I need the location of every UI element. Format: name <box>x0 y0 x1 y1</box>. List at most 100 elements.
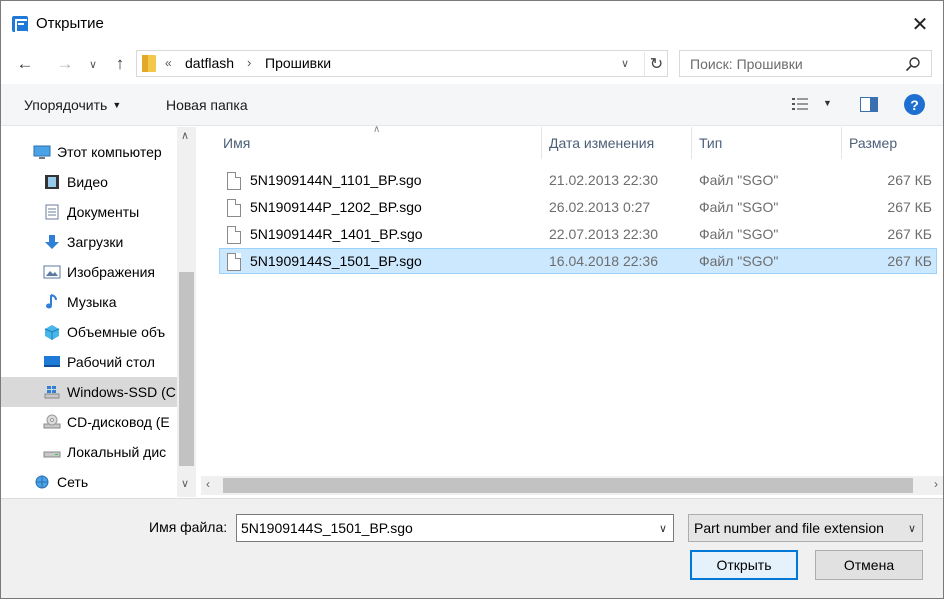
file-icon <box>227 172 241 190</box>
sidebar-item[interactable]: CD-дисковод (E <box>1 407 177 437</box>
file-date: 21.02.2013 22:30 <box>549 172 658 188</box>
nav-scrollbar[interactable]: ∧ ∨ <box>177 127 196 497</box>
column-header-name[interactable]: ∧ Имя <box>201 124 542 159</box>
table-row[interactable]: 5N1909144N_1101_BP.sgo 21.02.2013 22:30 Фа… <box>219 167 937 193</box>
sidebar-item[interactable]: Локальный дис <box>1 437 177 467</box>
file-type-dropdown-icon[interactable]: ∨ <box>908 522 916 535</box>
open-file-dialog: Открытие ✕ ← → ∨ ↑ « datflash › Прошивки… <box>0 0 944 599</box>
horizontal-scroll-thumb[interactable] <box>223 478 913 493</box>
table-row[interactable]: 5N1909144S_1501_BP.sgo 16.04.2018 22:36 Фа… <box>219 248 937 274</box>
file-name: 5N1909144N_1101_BP.sgo <box>250 172 422 188</box>
sidebar-item[interactable]: Windows-SSD (C <box>1 377 177 407</box>
file-name: 5N1909144R_1401_BP.sgo <box>250 226 423 242</box>
cancel-button-label: Отмена <box>843 557 895 573</box>
arrow-up-icon: ↑ <box>115 54 125 73</box>
organize-menu-button[interactable]: Упорядочить ▼ <box>24 97 121 113</box>
window-title: Открытие <box>36 15 104 32</box>
filename-dropdown-icon[interactable]: ∨ <box>659 522 667 535</box>
sidebar-item[interactable]: Документы <box>1 197 177 227</box>
sidebar-item[interactable]: Этот компьютер <box>1 137 177 167</box>
table-row[interactable]: 5N1909144R_1401_BP.sgo 22.07.2013 22:30 Фа… <box>219 221 937 247</box>
computer-icon <box>33 144 51 160</box>
file-type-select[interactable]: Part number and file extension ∨ <box>688 514 923 542</box>
file-size: 267 КБ <box>887 226 932 242</box>
scroll-left-icon[interactable]: ‹ <box>206 477 210 491</box>
address-bar[interactable]: « datflash › Прошивки ∨ ↻ <box>136 50 668 77</box>
sidebar-item[interactable]: Видео <box>1 167 177 197</box>
sort-ascending-icon: ∧ <box>373 124 381 135</box>
sidebar-item-label: Windows-SSD (C <box>67 384 176 400</box>
search-input[interactable]: Поиск: Прошивки <box>690 56 803 72</box>
network-icon <box>33 474 51 490</box>
help-button[interactable]: ? <box>904 94 925 115</box>
chevron-down-icon: ∨ <box>88 58 98 71</box>
file-type: Файл "SGO" <box>699 172 779 188</box>
file-type: Файл "SGO" <box>699 199 779 215</box>
scroll-right-icon[interactable]: › <box>934 477 938 491</box>
sidebar-item-label: Этот компьютер <box>57 144 162 160</box>
filename-input[interactable]: 5N1909144S_1501_BP.sgo ∨ <box>236 514 674 542</box>
file-name: 5N1909144S_1501_BP.sgo <box>250 253 422 269</box>
drive-windows-icon <box>43 384 61 400</box>
open-button[interactable]: Открыть <box>690 550 798 580</box>
column-header-size[interactable]: Размер <box>842 127 941 159</box>
arrow-right-icon: → <box>56 54 74 73</box>
file-icon <box>227 253 241 271</box>
desktop-icon <box>43 354 61 370</box>
back-button[interactable]: ← <box>12 51 38 77</box>
view-options-dropdown-icon[interactable]: ▼ <box>823 98 832 108</box>
column-header-date[interactable]: Дата изменения <box>542 127 692 159</box>
forward-button[interactable]: → <box>52 51 78 77</box>
pictures-icon <box>43 264 61 280</box>
sidebar-item-label: CD-дисковод (E <box>67 414 170 430</box>
file-list-horizontal-scrollbar[interactable]: ‹ › <box>201 476 943 495</box>
file-type-value: Part number and file extension <box>694 520 884 536</box>
dialog-footer: Имя файла: 5N1909144S_1501_BP.sgo ∨ Part… <box>1 498 943 598</box>
file-type: Файл "SGO" <box>699 226 779 242</box>
new-folder-button[interactable]: Новая папка <box>166 97 248 113</box>
caret-down-icon: ▼ <box>112 100 122 110</box>
file-icon <box>227 199 241 217</box>
breadcrumb-current[interactable]: Прошивки <box>265 55 331 71</box>
address-dropdown-icon[interactable]: ∨ <box>621 57 629 70</box>
open-button-label: Открыть <box>716 557 772 573</box>
table-row[interactable]: 5N1909144P_1202_BP.sgo 26.02.2013 0:27 Фай… <box>219 194 937 220</box>
file-list: ∧ Имя Дата изменения Тип Размер 5N190914… <box>201 124 943 497</box>
recent-locations-button[interactable]: ∨ <box>83 51 103 77</box>
refresh-button[interactable]: ↻ <box>644 52 668 76</box>
preview-pane-icon[interactable] <box>860 97 878 112</box>
file-date: 16.04.2018 22:36 <box>549 253 658 269</box>
breadcrumb-separator-icon[interactable]: › <box>247 55 251 70</box>
sidebar-item[interactable]: Сеть <box>1 467 177 497</box>
sidebar-item-label: Музыка <box>67 294 117 310</box>
local-disk-icon <box>43 444 61 460</box>
file-size: 267 КБ <box>887 172 932 188</box>
folder-icon <box>142 55 156 72</box>
command-bar: Упорядочить ▼ Новая папка ▼ ? <box>1 84 943 126</box>
sidebar-item[interactable]: Рабочий стол <box>1 347 177 377</box>
sidebar-item[interactable]: Музыка <box>1 287 177 317</box>
filename-value[interactable]: 5N1909144S_1501_BP.sgo <box>241 520 413 536</box>
up-button[interactable]: ↑ <box>107 51 133 77</box>
column-size-label: Размер <box>849 135 898 151</box>
sidebar-item[interactable]: Объемные объ <box>1 317 177 347</box>
sidebar-item[interactable]: Загрузки <box>1 227 177 257</box>
column-header-type[interactable]: Тип <box>692 127 842 159</box>
title-bar: Открытие ✕ <box>1 1 943 47</box>
sidebar-item[interactable]: Изображения <box>1 257 177 287</box>
search-icon[interactable] <box>905 56 921 72</box>
cancel-button[interactable]: Отмена <box>815 550 923 580</box>
close-button[interactable]: ✕ <box>897 1 943 47</box>
nav-scroll-thumb[interactable] <box>179 272 194 466</box>
file-size: 267 КБ <box>887 253 932 269</box>
breadcrumb-datflash[interactable]: datflash <box>185 55 234 71</box>
breadcrumb-overflow[interactable]: « <box>165 56 172 70</box>
documents-icon <box>43 204 61 220</box>
sidebar-item-label: Объемные объ <box>67 324 166 340</box>
scroll-down-icon[interactable]: ∨ <box>181 477 189 490</box>
app-icon <box>12 16 28 33</box>
view-details-icon[interactable] <box>791 96 809 112</box>
search-box[interactable]: Поиск: Прошивки <box>679 50 932 77</box>
file-icon <box>227 226 241 244</box>
scroll-up-icon[interactable]: ∧ <box>181 129 189 142</box>
